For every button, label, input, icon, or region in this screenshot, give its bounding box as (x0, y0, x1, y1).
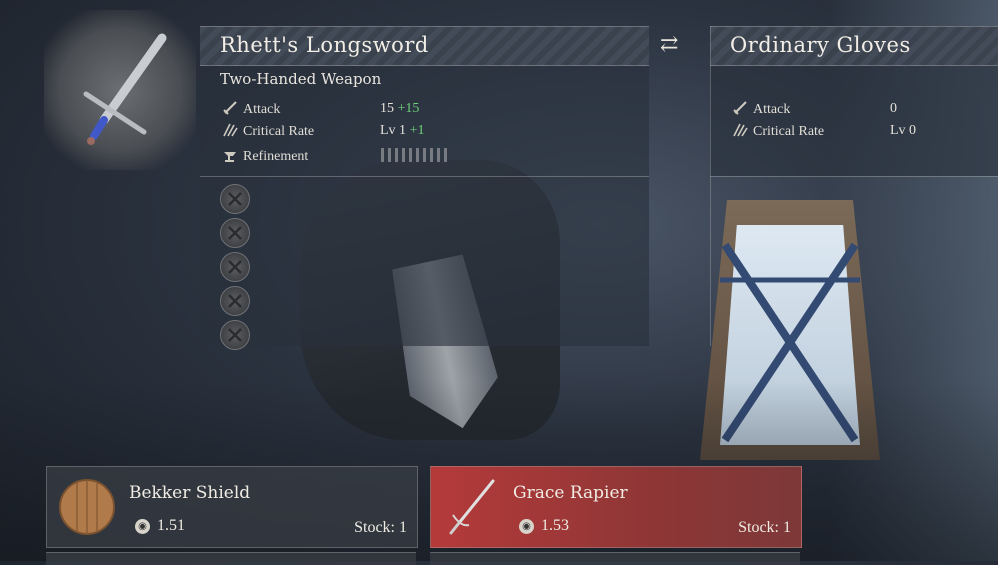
sword-icon (732, 100, 748, 116)
shop-item-card-selected[interactable]: Grace Rapier ◉ 1.53 Stock: 1 (430, 466, 802, 548)
swap-icon[interactable]: ⇄ (660, 32, 678, 57)
augment-slot-empty[interactable] (220, 218, 250, 248)
right-stats-divider (710, 176, 998, 177)
augment-slot-empty[interactable] (220, 252, 250, 282)
cross-icon (228, 226, 242, 240)
right-stat-attack: Attack (732, 100, 790, 118)
longsword-icon (83, 33, 167, 145)
left-item-name: Rhett's Longsword (220, 33, 429, 57)
right-stat-critical: Critical Rate (732, 122, 824, 140)
refinement-gauge (381, 148, 449, 162)
left-stat-attack: Attack (222, 100, 280, 118)
cross-icon (228, 294, 242, 308)
augment-slot-empty[interactable] (220, 286, 250, 316)
left-item-type: Two-Handed Weapon (220, 70, 382, 88)
shop-item-name: Grace Rapier (513, 483, 628, 503)
cross-icon (228, 328, 242, 342)
coin-icon: ◉ (135, 519, 150, 534)
right-attack-value: 0 (890, 101, 897, 116)
claw-icon (222, 122, 238, 138)
right-panel-border (710, 26, 711, 346)
augment-slot-empty[interactable] (220, 320, 250, 350)
shop-item-stock: Stock: 1 (354, 519, 407, 536)
shop-next-row[interactable] (430, 552, 800, 565)
right-item-name: Ordinary Gloves (730, 33, 911, 57)
stat-bonus: +15 (397, 101, 420, 116)
right-item-header: Ordinary Gloves (710, 26, 998, 66)
cross-icon (228, 192, 242, 206)
stat-value: Lv 1 (380, 123, 407, 138)
coin-icon: ◉ (519, 519, 534, 534)
stat-label: Refinement (243, 149, 309, 164)
left-stats-divider (200, 176, 649, 177)
sword-icon (222, 100, 238, 116)
left-stat-critical: Critical Rate (222, 122, 314, 140)
shop-next-row[interactable] (46, 552, 416, 565)
shop-item-card[interactable]: Bekker Shield ◉ 1.51 Stock: 1 (46, 466, 418, 548)
rapier-icon (443, 479, 499, 535)
stat-label: Critical Rate (753, 124, 825, 139)
anvil-icon (222, 147, 238, 163)
shop-item-name: Bekker Shield (129, 483, 251, 503)
claw-icon (732, 122, 748, 138)
stat-label: Critical Rate (243, 124, 315, 139)
shop-item-price: 1.53 (541, 517, 569, 534)
cross-icon (228, 260, 242, 274)
augment-slot-empty[interactable] (220, 184, 250, 214)
stat-label: Attack (753, 102, 791, 117)
left-item-header: Rhett's Longsword (200, 26, 649, 66)
left-critical-value: Lv 1 +1 (380, 123, 424, 139)
right-critical-value: Lv 0 (890, 123, 917, 138)
left-stat-refinement: Refinement (222, 147, 308, 165)
shield-icon (59, 479, 115, 535)
stat-bonus: +1 (409, 123, 425, 138)
shop-item-price: 1.51 (157, 517, 185, 534)
shop-item-stock: Stock: 1 (738, 519, 791, 536)
item-thumbnail (44, 10, 196, 170)
left-attack-value: 15 +15 (380, 101, 419, 117)
stat-label: Attack (243, 102, 281, 117)
stat-value: 15 (380, 101, 394, 116)
